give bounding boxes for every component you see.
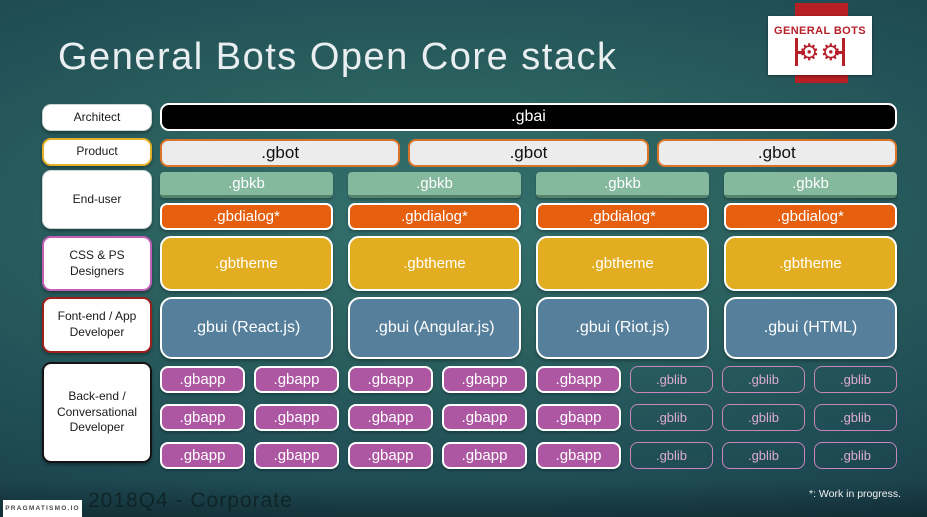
backend-row: .gbapp .gbapp .gbapp .gbapp .gbapp .gbli… — [160, 442, 897, 469]
gblib-box: .gblib — [722, 366, 805, 393]
gblib-box: .gblib — [814, 404, 897, 431]
label-architect: Architect — [42, 104, 152, 131]
work-in-progress-note: *: Work in progress. — [808, 488, 901, 500]
label-frontend-app-developer: Font-end / App Developer — [42, 297, 152, 353]
page-title: General Bots Open Core stack — [58, 36, 618, 78]
gbdialog-box: .gbdialog* — [348, 203, 521, 230]
gbapp-box: .gbapp — [348, 366, 433, 393]
architect-row: .gbai — [160, 103, 897, 131]
pragmatismo-logo: PRAGMATISMO.IO — [3, 500, 82, 517]
gbdialog-box: .gbdialog* — [536, 203, 709, 230]
logo-gears: ⚙ ⚙ — [794, 38, 846, 66]
gbapp-box: .gbapp — [536, 442, 621, 469]
gbkb-row: .gbkb .gbkb .gbkb .gbkb — [160, 172, 897, 198]
label-end-user: End-user — [42, 170, 152, 229]
gblib-box: .gblib — [722, 442, 805, 469]
logo-bar — [835, 38, 846, 66]
gbui-html-box: .gbui (HTML) — [724, 297, 897, 359]
product-row: .gbot .gbot .gbot — [160, 139, 897, 167]
gbapp-box: .gbapp — [536, 404, 621, 431]
gbapp-box: .gbapp — [348, 442, 433, 469]
gbapp-box: .gbapp — [254, 404, 339, 431]
general-bots-logo: GENERAL BOTS ⚙ ⚙ — [768, 16, 872, 75]
gblib-box: .gblib — [814, 442, 897, 469]
gbdialog-box: .gbdialog* — [724, 203, 897, 230]
gbtheme-box: .gbtheme — [160, 236, 333, 291]
gbai-box: .gbai — [160, 103, 897, 131]
gblib-box: .gblib — [630, 404, 713, 431]
gbot-box: .gbot — [408, 139, 649, 167]
gblib-box: .gblib — [630, 366, 713, 393]
backend-row: .gbapp .gbapp .gbapp .gbapp .gbapp .gbli… — [160, 366, 897, 393]
gbdialog-row: .gbdialog* .gbdialog* .gbdialog* .gbdial… — [160, 203, 897, 230]
gbkb-box: .gbkb — [536, 172, 709, 198]
gbapp-box: .gbapp — [160, 442, 245, 469]
label-css-ps-designers: CSS & PS Designers — [42, 236, 152, 291]
label-backend-conversational-developer: Back-end / Conversational Developer — [42, 362, 152, 463]
gbtheme-box: .gbtheme — [348, 236, 521, 291]
gbapp-box: .gbapp — [442, 404, 527, 431]
gbapp-box: .gbapp — [536, 366, 621, 393]
gbtheme-box: .gbtheme — [724, 236, 897, 291]
gbui-riot-box: .gbui (Riot.js) — [536, 297, 709, 359]
gbapp-box: .gbapp — [254, 442, 339, 469]
gbdialog-box: .gbdialog* — [160, 203, 333, 230]
gbapp-box: .gbapp — [348, 404, 433, 431]
gblib-box: .gblib — [722, 404, 805, 431]
gblib-box: .gblib — [630, 442, 713, 469]
logo-bar — [794, 38, 805, 66]
gbot-box: .gbot — [160, 139, 401, 167]
gbui-angular-box: .gbui (Angular.js) — [348, 297, 521, 359]
gbtheme-row: .gbtheme .gbtheme .gbtheme .gbtheme — [160, 236, 897, 291]
gbkb-box: .gbkb — [724, 172, 897, 198]
gbapp-box: .gbapp — [442, 366, 527, 393]
gbapp-box: .gbapp — [254, 366, 339, 393]
gbui-row: .gbui (React.js) .gbui (Angular.js) .gbu… — [160, 297, 897, 359]
gbtheme-box: .gbtheme — [536, 236, 709, 291]
footer-date-label: 2018Q4 - Corporate — [88, 489, 293, 512]
gbkb-box: .gbkb — [348, 172, 521, 198]
gblib-box: .gblib — [814, 366, 897, 393]
gbkb-box: .gbkb — [160, 172, 333, 198]
backend-row: .gbapp .gbapp .gbapp .gbapp .gbapp .gbli… — [160, 404, 897, 431]
slide: General Bots Open Core stack GENERAL BOT… — [0, 0, 927, 517]
gbapp-box: .gbapp — [160, 366, 245, 393]
gbapp-box: .gbapp — [442, 442, 527, 469]
label-product: Product — [42, 138, 152, 166]
gbot-box: .gbot — [656, 139, 897, 167]
logo-title: GENERAL BOTS — [774, 25, 866, 37]
gbui-react-box: .gbui (React.js) — [160, 297, 333, 359]
gbapp-box: .gbapp — [160, 404, 245, 431]
